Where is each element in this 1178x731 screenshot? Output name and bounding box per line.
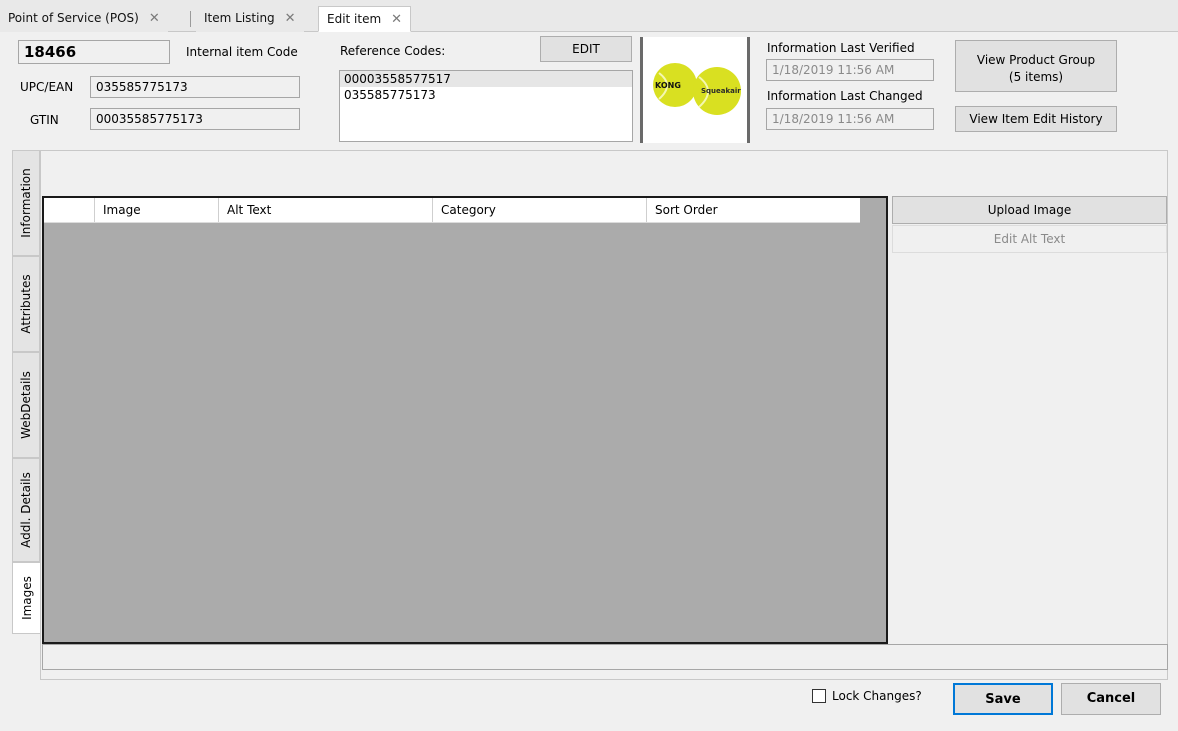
side-tab-label: Addl. Details xyxy=(19,472,33,548)
column-header-alt-text[interactable]: Alt Text xyxy=(218,198,432,222)
tab-label: Item Listing xyxy=(204,11,275,25)
tab-label: Edit item xyxy=(327,12,382,26)
item-code-field[interactable]: 18466 xyxy=(18,40,170,64)
document-tab-strip: Point of Service (POS) ✕ Item Listing ✕ Ed… xyxy=(0,0,1178,32)
column-header-sort-order[interactable]: Sort Order xyxy=(646,198,860,222)
logo-text: KONG xyxy=(655,81,681,90)
upc-label: UPC/EAN xyxy=(20,80,74,94)
button-sublabel: (5 items) xyxy=(1008,70,1064,84)
internal-item-code-label: Internal item Code xyxy=(186,45,298,59)
lock-changes-label: Lock Changes? xyxy=(832,689,922,703)
side-tab-images[interactable]: Images xyxy=(12,562,40,634)
side-tab-attributes[interactable]: Attributes xyxy=(12,256,40,352)
product-image: KONG Squeakair xyxy=(640,37,750,143)
close-icon[interactable]: ✕ xyxy=(149,11,160,26)
upc-field[interactable]: 035585775173 xyxy=(90,76,300,98)
grid-header: Image Alt Text Category Sort Order xyxy=(44,198,860,223)
info-last-changed-label: Information Last Changed xyxy=(767,89,923,103)
column-header-image[interactable]: Image xyxy=(94,198,218,222)
upload-image-button[interactable]: Upload Image xyxy=(892,196,1167,224)
view-product-group-button[interactable]: View Product Group (5 items) xyxy=(955,40,1117,92)
info-last-verified-label: Information Last Verified xyxy=(767,41,915,55)
view-edit-history-button[interactable]: View Item Edit History xyxy=(955,106,1117,132)
column-header-category[interactable]: Category xyxy=(432,198,646,222)
list-item[interactable]: 035585775173 xyxy=(340,87,632,103)
edit-reference-codes-button[interactable]: EDIT xyxy=(540,36,632,62)
info-last-verified-field: 1/18/2019 11:56 AM xyxy=(766,59,934,81)
reference-codes-list[interactable]: 00003558577517 035585775173 xyxy=(339,70,633,142)
info-last-changed-field: 1/18/2019 11:56 AM xyxy=(766,108,934,130)
side-tab-addl-details[interactable]: Addl. Details xyxy=(12,458,40,562)
reference-codes-label: Reference Codes: xyxy=(340,44,446,58)
save-button[interactable]: Save xyxy=(953,683,1053,715)
side-tab-label: Images xyxy=(19,576,34,620)
tab-item-listing[interactable]: Item Listing ✕ xyxy=(196,6,304,32)
side-tab-label: Attributes xyxy=(19,274,33,334)
gtin-label: GTIN xyxy=(30,113,59,127)
side-tab-information[interactable]: Information xyxy=(12,150,40,256)
side-tab-webdetails[interactable]: WebDetails xyxy=(12,352,40,458)
close-icon[interactable]: ✕ xyxy=(391,12,402,27)
side-tab-label: Information xyxy=(19,168,33,238)
gtin-field[interactable]: 00035585775173 xyxy=(90,108,300,130)
tab-separator xyxy=(190,11,191,27)
close-icon[interactable]: ✕ xyxy=(285,11,296,26)
row-header-cell xyxy=(44,198,94,222)
edit-alt-text-button[interactable]: Edit Alt Text xyxy=(892,225,1167,253)
cancel-button[interactable]: Cancel xyxy=(1061,683,1161,715)
list-item[interactable]: 00003558577517 xyxy=(340,71,632,87)
lock-changes-checkbox[interactable] xyxy=(812,689,826,703)
logo-text-secondary: Squeakair xyxy=(701,87,741,95)
item-header: 18466 Internal item Code UPC/EAN 0355857… xyxy=(0,32,1178,144)
grid-status-bar xyxy=(42,644,1168,670)
images-grid[interactable]: Image Alt Text Category Sort Order xyxy=(42,196,888,644)
tab-label: Point of Service (POS) xyxy=(8,11,139,25)
tab-point-of-service[interactable]: Point of Service (POS) ✕ xyxy=(0,6,168,32)
side-tab-label: WebDetails xyxy=(19,371,33,439)
button-label: View Product Group xyxy=(976,53,1096,67)
tab-edit-item[interactable]: Edit item ✕ xyxy=(318,6,412,32)
